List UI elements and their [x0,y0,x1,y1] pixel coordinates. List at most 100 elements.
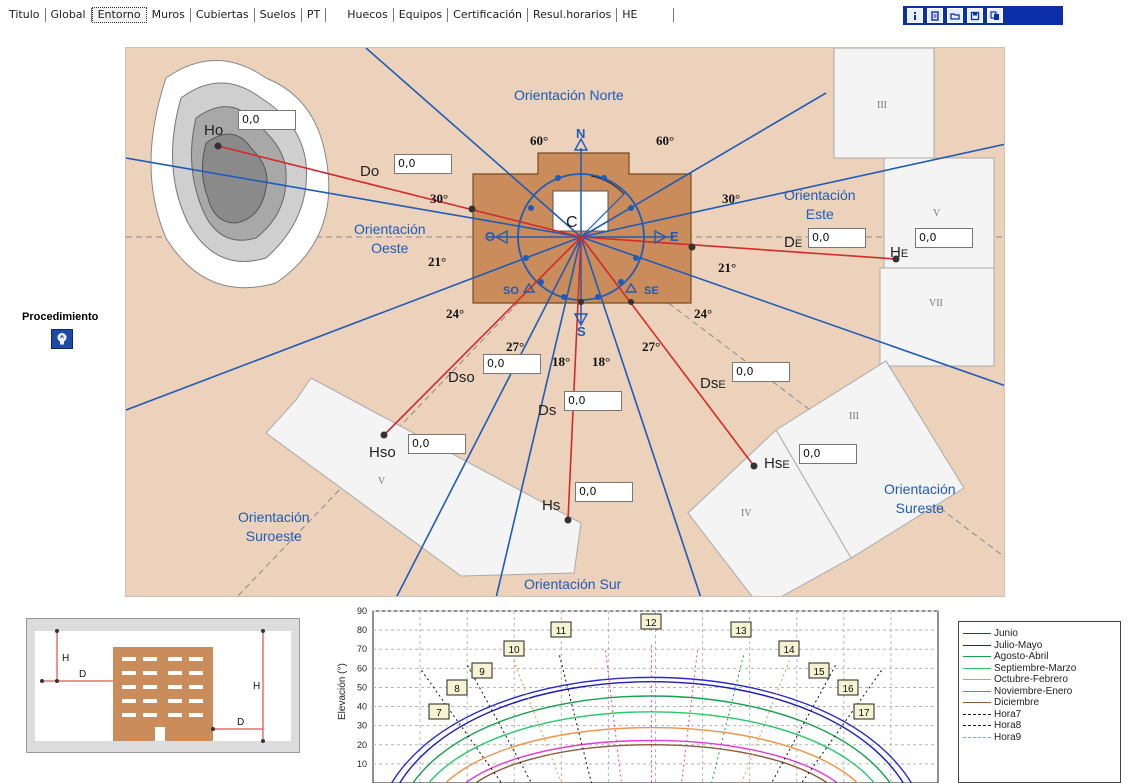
legend-swatch [963,713,991,715]
cardinal-se: SE [644,285,659,297]
legend-swatch [963,690,991,692]
legend-item: Diciembre [963,697,1120,709]
tab-equipos[interactable]: Equipos [394,8,449,22]
tab-suelos[interactable]: Suelos [255,8,302,22]
building-e2-label: VII [929,298,943,309]
angle-east-top: 30° [722,191,741,206]
copy-button[interactable] [987,8,1003,23]
cardinal-n: N [576,126,586,141]
legend-swatch [963,725,991,727]
tab-certificacion[interactable]: Certificación [448,8,529,22]
solar-y-tick: 40 [357,702,367,712]
building-sw-label: V [378,476,386,487]
open-button[interactable] [947,8,963,23]
legend-label: Septiembre-Marzo [994,662,1077,674]
orientation-oeste-label: Orientación Oeste [354,221,426,256]
input-de[interactable]: 0,0 [808,228,866,248]
building-section-diagram: H D H D [26,618,300,753]
angle-southeast: 24° [694,306,713,321]
tab-resul-horarios[interactable]: Resul.horarios [528,8,618,22]
solar-chart: 90 80 70 60 50 40 30 20 10 7 8 9 10 11 12 13 14 15 16 17 El… [333,600,945,783]
building-se1-label: III [849,411,859,422]
input-dse[interactable]: 0,0 [732,362,790,382]
legend-item: Julio-Mayo [963,640,1120,652]
solar-hour-label: 10 [508,645,520,656]
tab-global[interactable]: Global [46,8,92,22]
solar-ylabel: Elevación (°) [337,663,348,720]
solar-y-tick: 20 [357,740,367,750]
legend-item: Noviembre-Enero [963,686,1120,698]
legend-item: Septiembre-Marzo [963,663,1120,675]
legend-swatch [963,633,991,635]
lightbulb-icon [57,333,67,345]
legend-swatch [963,736,991,738]
tab-pt[interactable]: PT [302,8,327,22]
legend-item: Hora7 [963,709,1120,721]
info-icon [914,11,916,20]
legend-item: Octubre-Febrero [963,674,1120,686]
solar-hour-label: 15 [813,667,825,678]
copy-icon [990,10,999,20]
legend-label: Hora7 [994,708,1022,720]
tab-entorno[interactable]: Entorno [91,7,147,23]
legend-label: Julio-Mayo [994,639,1043,651]
legend-swatch [963,679,991,681]
input-hs[interactable]: 0,0 [575,482,633,502]
input-hse[interactable]: 0,0 [799,444,857,464]
orientation-sureste-label: Orientación Sureste [884,481,956,516]
legend-label: Hora8 [994,720,1022,732]
legend-label: Diciembre [994,697,1040,709]
input-do[interactable]: 0,0 [394,154,452,174]
cardinal-so: SO [503,285,519,297]
center-point-label: C [566,214,578,231]
tab-he[interactable]: HE [617,8,675,22]
terrain-obstacle [150,60,330,289]
legend-label: Junio [994,628,1018,640]
svg-text:D: D [79,669,86,680]
legend-label: Noviembre-Enero [994,685,1073,697]
input-dso[interactable]: 0,0 [483,354,541,374]
building-ne-label: III [877,100,887,111]
tab-cubiertas[interactable]: Cubiertas [191,8,255,22]
input-he[interactable]: 0,0 [915,228,973,248]
solar-y-tick: 10 [357,759,367,769]
info-button[interactable] [907,8,923,23]
building-e1-label: V [933,208,941,219]
angle-sso: 27° [506,339,525,354]
solar-hour-label: 13 [735,626,747,637]
solar-y-tick: 50 [357,682,367,692]
cardinal-s: S [577,324,586,339]
angle-north-right: 60° [656,133,675,148]
angle-north-left: 60° [530,133,549,148]
procedimiento-label: Procedimiento [22,311,99,323]
document-button[interactable] [927,8,943,23]
tab-muros[interactable]: Muros [147,8,191,22]
svg-text:D: D [237,717,244,728]
tab-titulo[interactable]: Titulo [4,8,46,22]
solar-hour-label: 7 [436,708,442,719]
save-button[interactable] [967,8,983,23]
legend-item: Junio [963,628,1120,640]
angle-west-top: 30° [430,191,449,206]
label-do: Do [360,163,380,180]
tab-huecos[interactable]: Huecos [342,8,394,22]
label-ds: Ds [538,402,557,419]
solar-y-tick: 90 [357,606,367,616]
label-dse: DsE [700,375,726,392]
label-dso: Dso [448,369,475,386]
label-hse: HsE [764,455,790,472]
cardinal-e: E [670,229,679,244]
building-se2-label: IV [741,508,752,519]
svg-text:H: H [253,681,260,692]
solar-hour-label: 17 [858,708,870,719]
legend-item: Hora8 [963,720,1120,732]
input-ho[interactable]: 0,0 [238,110,296,130]
folder-icon [950,12,960,20]
input-ds[interactable]: 0,0 [564,391,622,411]
svg-text:H: H [62,653,69,664]
solar-y-tick: 70 [357,644,367,654]
orientation-este-label: Orientación Este [784,187,856,222]
procedimiento-button[interactable] [51,329,73,349]
orientation-norte-label: Orientación Norte [514,87,624,103]
input-hso[interactable]: 0,0 [408,434,466,454]
